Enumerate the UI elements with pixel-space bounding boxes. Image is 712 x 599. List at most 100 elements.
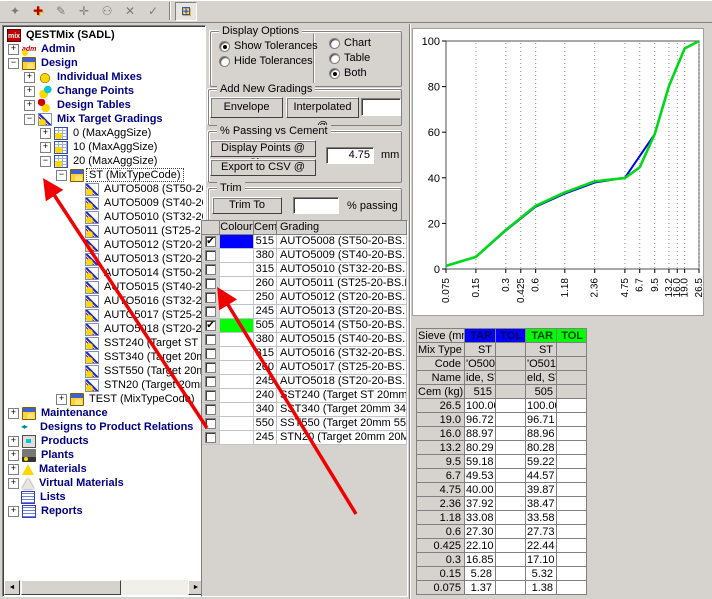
tree-item-auto5013-st20-20[interactable]: AUTO5013 (ST20-20 xyxy=(5,252,203,266)
tree-item-change-points[interactable]: +Change Points xyxy=(5,84,203,98)
grading-checkbox-cell[interactable] xyxy=(202,291,220,305)
trim-to-button[interactable]: Trim To xyxy=(212,197,282,214)
checkbox-unchecked-icon[interactable] xyxy=(205,362,216,373)
grid-row[interactable]: 260AUTO5017 (ST25-20-BS.R S14 xyxy=(202,361,407,375)
checkbox-checked-icon[interactable]: ✔ xyxy=(205,320,216,331)
checkbox-unchecked-icon[interactable] xyxy=(205,306,216,317)
export-csv-button[interactable]: Export to CSV @ xyxy=(210,159,316,176)
expand-icon[interactable]: + xyxy=(40,142,51,153)
expand-icon[interactable]: + xyxy=(24,72,35,83)
grid-row[interactable]: 245AUTO5013 (ST20-20-BS.LG S1 xyxy=(202,305,407,319)
expand-icon[interactable]: + xyxy=(8,478,19,489)
grading-checkbox-cell[interactable] xyxy=(202,417,220,431)
tree-item-auto5018-st20-20[interactable]: AUTO5018 (ST20-20 xyxy=(5,322,203,336)
tree-item-design[interactable]: −Design xyxy=(5,56,203,70)
copy-mix-icon[interactable]: ✛ xyxy=(73,2,95,21)
tree-item-designs-to-product-relations[interactable]: ◂▸Designs to Product Relations xyxy=(5,420,203,434)
tree-item-design-tables[interactable]: +Design Tables xyxy=(5,98,203,112)
checkbox-unchecked-icon[interactable] xyxy=(205,404,216,415)
tree-item-individual-mixes[interactable]: +Individual Mixes xyxy=(5,70,203,84)
tree-item-auto5016-st32-20[interactable]: AUTO5016 (ST32-20 xyxy=(5,294,203,308)
tree-item-sst550-target-20m[interactable]: SST550 (Target 20m xyxy=(5,364,203,378)
tree-item-sst340-target-20m[interactable]: SST340 (Target 20m xyxy=(5,350,203,364)
grid-row[interactable]: 250AUTO5012 (ST20-20-BS.SS S1 xyxy=(202,291,407,305)
checkbox-checked-icon[interactable]: ✔ xyxy=(205,236,216,247)
grid-row[interactable]: ✔505AUTO5014 (ST50-20-BS.R S14 xyxy=(202,319,407,333)
collapse-icon[interactable]: − xyxy=(24,114,35,125)
sieve-size-input[interactable]: 4.75 xyxy=(326,147,374,164)
expand-icon[interactable]: + xyxy=(56,394,67,405)
tree-item-admin[interactable]: +admAdmin xyxy=(5,42,203,56)
checkbox-unchecked-icon[interactable] xyxy=(205,278,216,289)
expand-icon[interactable]: + xyxy=(24,86,35,97)
radio-hide-tolerances[interactable]: Hide Tolerances xyxy=(219,55,313,67)
expand-icon[interactable]: + xyxy=(8,506,19,517)
checkbox-unchecked-icon[interactable] xyxy=(205,390,216,401)
expand-icon[interactable]: + xyxy=(8,408,19,419)
tree-item-products[interactable]: +Products xyxy=(5,434,203,448)
apply-icon[interactable]: ✓ xyxy=(142,2,164,21)
display-points-button[interactable]: Display Points @ Sieve xyxy=(210,140,316,157)
tree-item-materials[interactable]: +Materials xyxy=(5,462,203,476)
expand-icon[interactable]: + xyxy=(40,128,51,139)
radio-both[interactable]: Both xyxy=(329,67,367,79)
tree-item-maintenance[interactable]: +Maintenance xyxy=(5,406,203,420)
tree-item-auto5008-st50-20[interactable]: AUTO5008 (ST50-20 xyxy=(5,182,203,196)
new-mix-icon[interactable]: ✚ xyxy=(27,2,49,21)
tree-item-test-mixtypecode[interactable]: +TEST (MixTypeCode) xyxy=(5,392,203,406)
grading-checkbox-cell[interactable] xyxy=(202,431,220,445)
checkbox-unchecked-icon[interactable] xyxy=(205,376,216,387)
tree-item-st-mixtypecode[interactable]: −ST (MixTypeCode) xyxy=(5,168,203,182)
checkbox-unchecked-icon[interactable] xyxy=(205,250,216,261)
grid-row[interactable]: ✔515AUTO5008 (ST50-20-BS.LG S1 xyxy=(202,235,407,249)
checkbox-unchecked-icon[interactable] xyxy=(205,334,216,345)
grading-checkbox-cell[interactable]: ✔ xyxy=(202,235,220,249)
radio-table[interactable]: Table xyxy=(329,52,370,64)
grading-checkbox-cell[interactable] xyxy=(202,249,220,263)
mix-tool-icon[interactable]: ✦ xyxy=(4,2,26,21)
grading-checkbox-cell[interactable]: ✔ xyxy=(202,319,220,333)
tree-item-20-maxaggsize[interactable]: −20 (MaxAggSize) xyxy=(5,154,203,168)
tree-item-virtual-materials[interactable]: +Virtual Materials xyxy=(5,476,203,490)
tree-item-mix-target-gradings[interactable]: −Mix Target Gradings xyxy=(5,112,203,126)
grading-checkbox-cell[interactable] xyxy=(202,263,220,277)
expand-icon[interactable]: + xyxy=(8,44,19,55)
assign-users-icon[interactable]: ⚇ xyxy=(96,2,118,21)
edit-mix-icon[interactable]: ✎ xyxy=(50,2,72,21)
tree-item-lists[interactable]: Lists xyxy=(5,490,203,504)
tree-view-icon[interactable]: ⊞ xyxy=(175,2,197,21)
expand-icon[interactable]: + xyxy=(8,436,19,447)
grid-row[interactable]: 340SST340 (Target 20mm 340kg R xyxy=(202,403,407,417)
grid-row[interactable]: 240SST240 (Target ST 20mm 240k xyxy=(202,389,407,403)
envelope-button[interactable]: Envelope xyxy=(210,97,283,118)
expand-icon[interactable]: + xyxy=(24,100,35,111)
tree-item-auto5017-st25-20[interactable]: AUTO5017 (ST25-20 xyxy=(5,308,203,322)
expand-icon[interactable]: + xyxy=(8,450,19,461)
grading-checkbox-cell[interactable] xyxy=(202,333,220,347)
checkbox-unchecked-icon[interactable] xyxy=(205,418,216,429)
grid-row[interactable]: 380AUTO5009 (ST40-20-BS.LG S1 xyxy=(202,249,407,263)
grid-row[interactable]: 380AUTO5015 (ST40-20-BS.R S14 xyxy=(202,333,407,347)
collapse-icon[interactable]: − xyxy=(8,58,19,69)
checkbox-unchecked-icon[interactable] xyxy=(205,292,216,303)
trim-value-input[interactable] xyxy=(293,197,339,214)
checkbox-unchecked-icon[interactable] xyxy=(205,432,216,443)
tree-item-auto5009-st40-20[interactable]: AUTO5009 (ST40-20 xyxy=(5,196,203,210)
collapse-icon[interactable]: − xyxy=(56,170,67,181)
tree-item-auto5012-st20-20[interactable]: AUTO5012 (ST20-20 xyxy=(5,238,203,252)
expand-icon[interactable]: + xyxy=(8,464,19,475)
tree-item-10-maxaggsize[interactable]: +10 (MaxAggSize) xyxy=(5,140,203,154)
scrollbar-thumb[interactable] xyxy=(21,580,121,595)
checkbox-unchecked-icon[interactable] xyxy=(205,348,216,359)
interpolated-button[interactable]: Interpolated @ xyxy=(286,97,359,118)
grid-row[interactable]: 245STN20 (Target 20mm 20MPa, L' xyxy=(202,431,407,445)
interpolated-input[interactable] xyxy=(361,98,401,116)
grading-checkbox-cell[interactable] xyxy=(202,375,220,389)
tree-item-0-maxaggsize[interactable]: +0 (MaxAggSize) xyxy=(5,126,203,140)
tree-item-reports[interactable]: +Reports xyxy=(5,504,203,518)
grading-checkbox-cell[interactable] xyxy=(202,277,220,291)
tree-item-auto5014-st50-20[interactable]: AUTO5014 (ST50-20 xyxy=(5,266,203,280)
tree-item-auto5010-st32-20[interactable]: AUTO5010 (ST32-20 xyxy=(5,210,203,224)
tree-item-auto5011-st25-20[interactable]: AUTO5011 (ST25-20 xyxy=(5,224,203,238)
scroll-left-button[interactable]: ◄ xyxy=(4,580,20,595)
